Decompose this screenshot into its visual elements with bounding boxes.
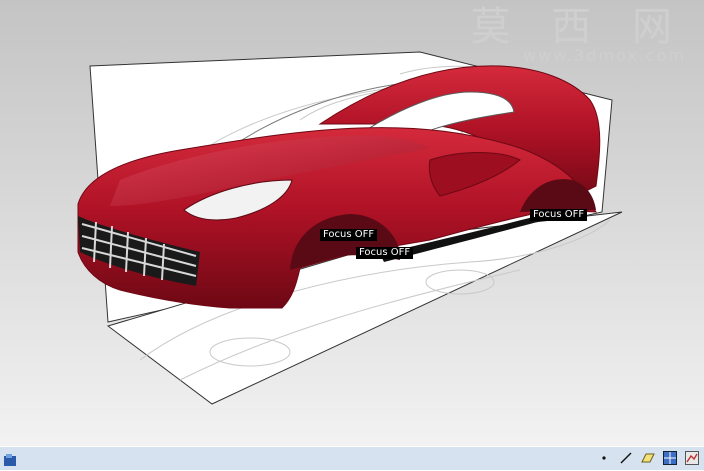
grid-icon[interactable] (662, 450, 678, 466)
render-icon[interactable] (684, 450, 700, 466)
status-toolbar (596, 450, 700, 466)
plane-icon[interactable] (640, 450, 656, 466)
focus-label-3[interactable]: Focus OFF (530, 209, 588, 221)
focus-label-2[interactable]: Focus OFF (356, 247, 414, 259)
focus-label-1[interactable]: Focus OFF (320, 229, 378, 241)
app-icon[interactable] (3, 452, 17, 466)
watermark: 莫 西 网 www.3dmox.com (471, 4, 686, 65)
watermark-title: 莫 西 网 (470, 4, 686, 50)
dot-icon[interactable] (596, 450, 612, 466)
status-bar (0, 446, 704, 470)
line-icon[interactable] (618, 450, 634, 466)
car-scene (77, 51, 623, 405)
3d-viewport[interactable]: 莫 西 网 www.3dmox.com Focus OFF Focus OFF … (0, 0, 704, 446)
